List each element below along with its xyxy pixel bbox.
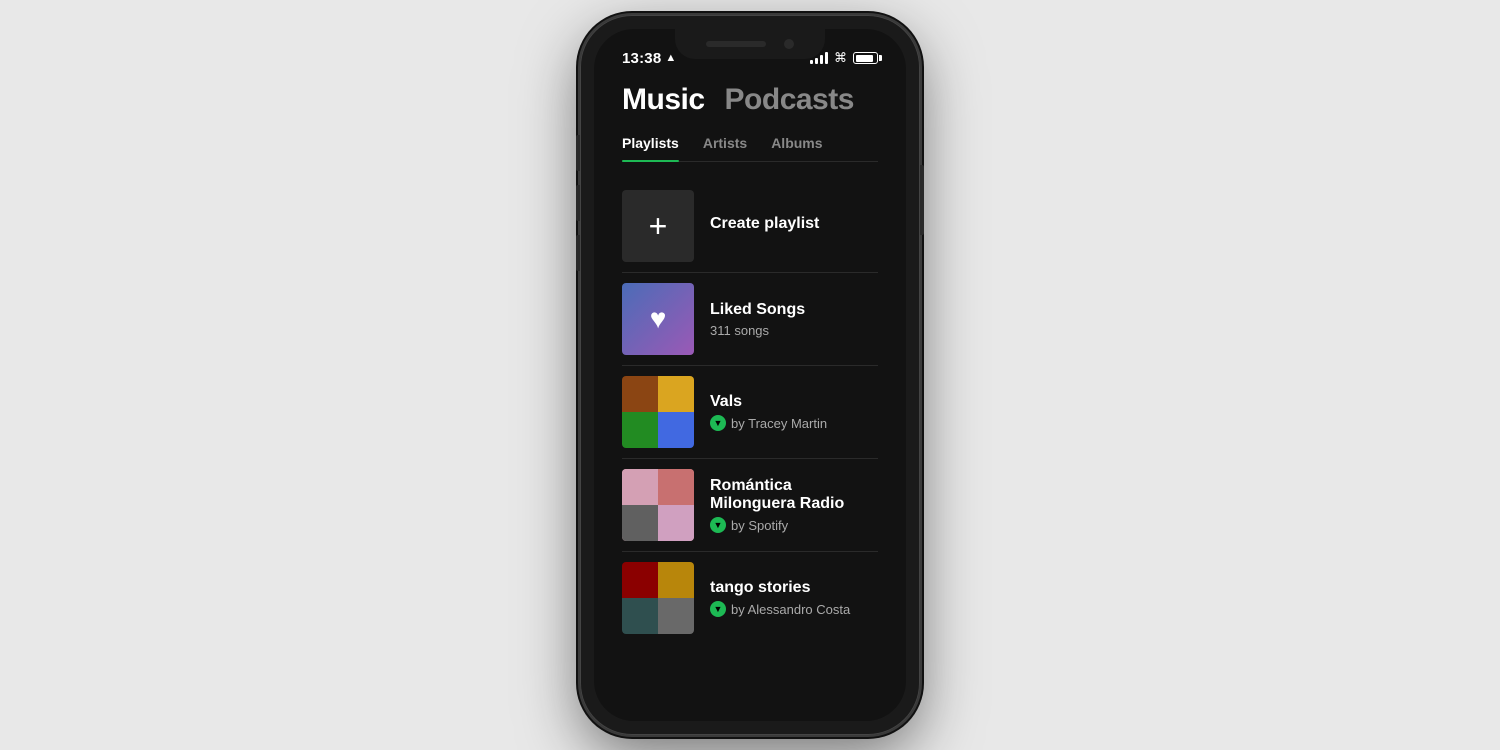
phone-frame: 13:38 ▲ ⌘ Music Podcasts [580, 15, 920, 735]
download-icon: ▼ [714, 419, 723, 428]
download-badge: ▼ [710, 415, 726, 431]
heart-icon: ♥ [650, 303, 667, 335]
playlist-info: Create playlist [710, 215, 878, 237]
download-badge: ▼ [710, 517, 726, 533]
playlist-by: ▼ by Tracey Martin [710, 415, 878, 431]
liked-songs-thumb: ♥ [622, 283, 694, 355]
vals-thumb [622, 376, 694, 448]
divider [622, 551, 878, 552]
sub-tabs: Playlists Artists Albums [622, 135, 878, 162]
location-icon: ▲ [665, 52, 676, 64]
list-item[interactable]: tango stories ▼ by Alessandro Costa [622, 554, 878, 642]
playlist-title: tango stories [710, 579, 878, 597]
download-icon: ▼ [714, 605, 723, 614]
playlist-info: Vals ▼ by Tracey Martin [710, 393, 878, 431]
divider [622, 272, 878, 273]
tango-thumb [622, 562, 694, 634]
app-content: Music Podcasts Playlists Artists Albums … [594, 73, 906, 642]
divider [622, 365, 878, 366]
playlist-title: Create playlist [710, 215, 878, 233]
status-icons: ⌘ [810, 50, 878, 66]
playlist-by: ▼ by Alessandro Costa [710, 601, 878, 617]
tab-podcasts[interactable]: Podcasts [725, 83, 854, 117]
playlist-title: Liked Songs [710, 301, 878, 319]
divider [622, 458, 878, 459]
by-text: by Alessandro Costa [731, 602, 850, 617]
playlist-info: Romántica Milonguera Radio ▼ by Spotify [710, 477, 878, 533]
status-time: 13:38 [622, 50, 661, 67]
tab-artists[interactable]: Artists [703, 135, 747, 161]
phone-screen: 13:38 ▲ ⌘ Music Podcasts [594, 29, 906, 721]
download-icon: ▼ [714, 521, 723, 530]
playlist-info: tango stories ▼ by Alessandro Costa [710, 579, 878, 617]
notch [675, 29, 825, 59]
speaker [706, 41, 766, 47]
playlist-title: Romántica Milonguera Radio [710, 477, 878, 513]
list-item[interactable]: ♥ Liked Songs 311 songs [622, 275, 878, 363]
by-text: by Spotify [731, 518, 788, 533]
create-playlist-thumb: + [622, 190, 694, 262]
playlist-by: ▼ by Spotify [710, 517, 878, 533]
romantica-thumb [622, 469, 694, 541]
download-badge: ▼ [710, 601, 726, 617]
tab-albums[interactable]: Albums [771, 135, 822, 161]
list-item[interactable]: Romántica Milonguera Radio ▼ by Spotify [622, 461, 878, 549]
camera [784, 39, 794, 49]
header-tabs: Music Podcasts [622, 83, 878, 117]
playlist-title: Vals [710, 393, 878, 411]
playlist-info: Liked Songs 311 songs [710, 301, 878, 338]
list-item[interactable]: + Create playlist [622, 182, 878, 270]
tab-music[interactable]: Music [622, 83, 705, 117]
by-text: by Tracey Martin [731, 416, 827, 431]
battery-icon [853, 52, 878, 64]
tab-playlists[interactable]: Playlists [622, 135, 679, 161]
wifi-icon: ⌘ [834, 50, 847, 66]
list-item[interactable]: Vals ▼ by Tracey Martin [622, 368, 878, 456]
playlist-subtitle: 311 songs [710, 323, 878, 338]
plus-icon: + [649, 210, 668, 242]
